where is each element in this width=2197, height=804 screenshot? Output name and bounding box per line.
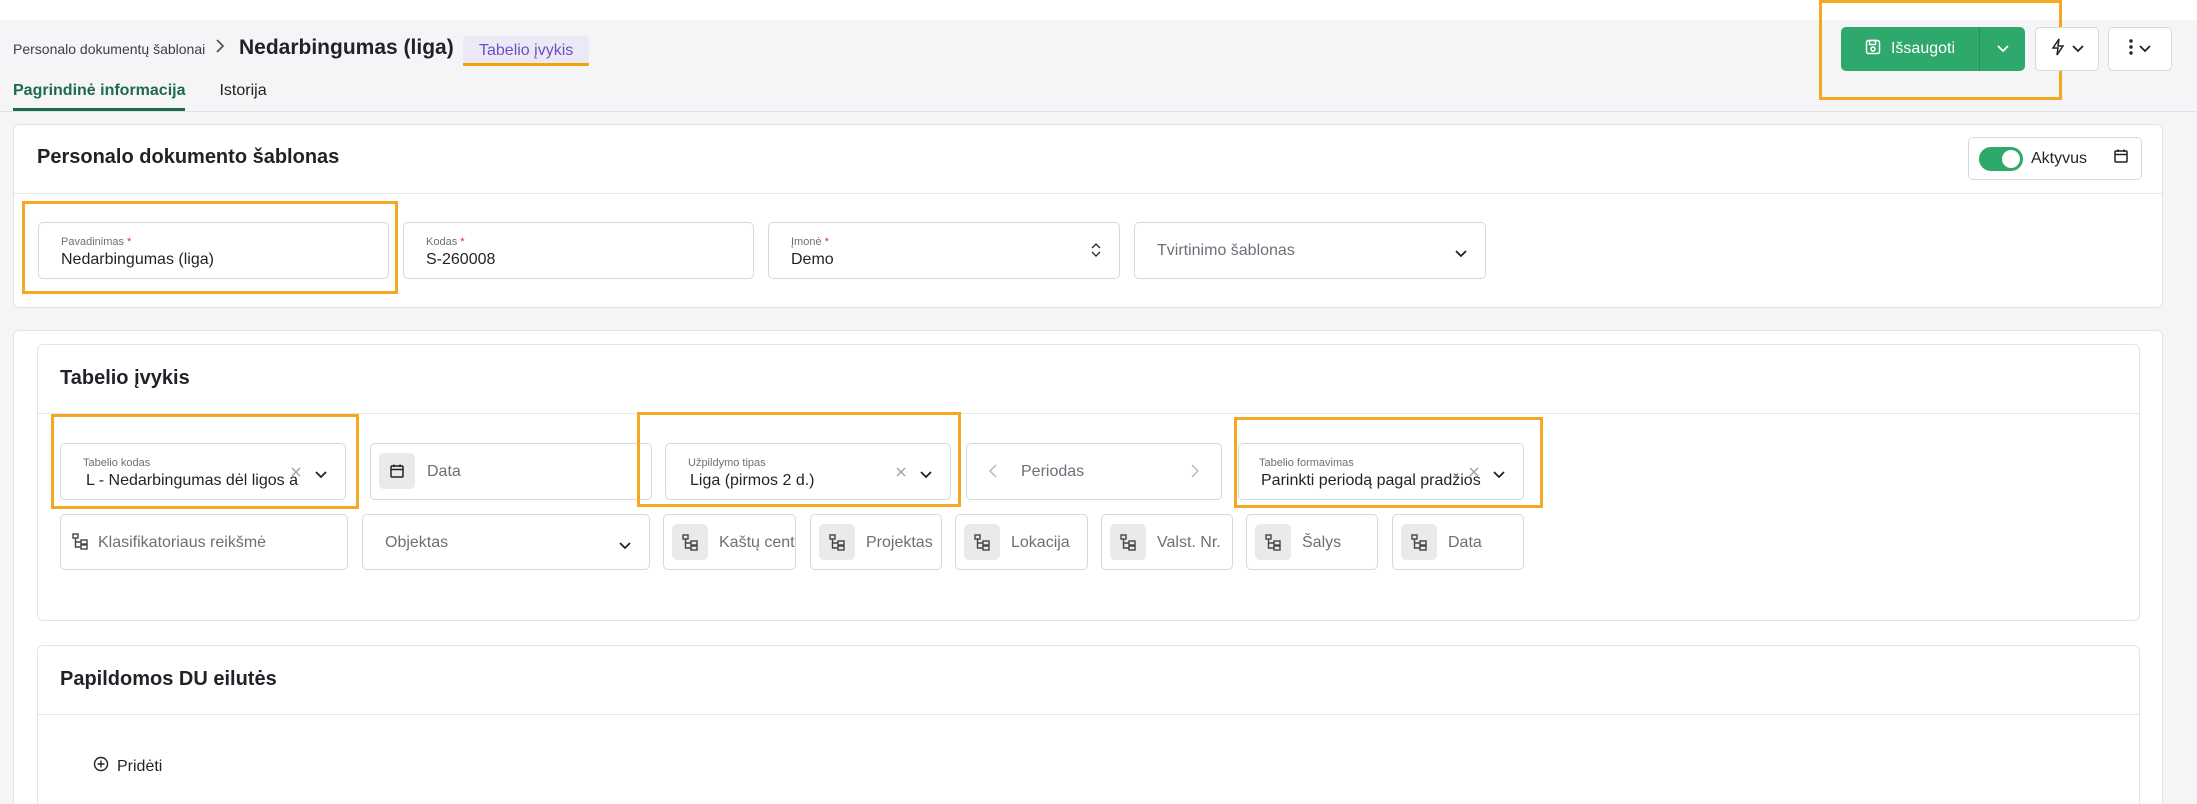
code-field-label: Kodas *: [426, 236, 465, 248]
chevron-down-icon: [315, 466, 327, 484]
save-button-group: Išsaugoti: [1841, 27, 2025, 71]
project-field[interactable]: Projektas: [810, 514, 942, 570]
divider: [14, 193, 2162, 194]
calendar-icon: [379, 453, 415, 489]
chevron-right-icon[interactable]: [1191, 464, 1200, 483]
name-field-label: Pavadinimas *: [61, 236, 132, 248]
fill-type-select[interactable]: Užpildymo tipas Liga (pirmos 2 d.): [665, 443, 951, 500]
hierarchy-icon: [672, 524, 708, 560]
period-placeholder: Periodas: [1021, 463, 1085, 480]
hierarchy-icon: [1401, 524, 1437, 560]
approval-template-select[interactable]: Tvirtinimo šablonas: [1134, 222, 1486, 279]
project-label: Projektas: [866, 534, 933, 551]
save-icon: [1865, 39, 1881, 60]
more-menu-button[interactable]: [2108, 27, 2172, 71]
hierarchy-icon: [819, 524, 855, 560]
sort-arrows-icon: [1091, 242, 1101, 263]
object-placeholder: Objektas: [385, 534, 449, 551]
add-line-button[interactable]: Pridėti: [93, 756, 162, 777]
toggle-switch[interactable]: [1979, 146, 2023, 171]
chevron-down-icon: [1996, 40, 2009, 58]
more-vertical-icon: [2129, 38, 2133, 60]
cost-center-field[interactable]: Kaštų cent: [663, 514, 796, 570]
classifier-placeholder: Klasifikatoriaus reikšmė: [98, 534, 267, 551]
tab-bar: Pagrindinė informacija Istorija: [13, 82, 267, 111]
code-field[interactable]: Kodas * S-260008: [403, 222, 754, 279]
fill-type-label: Užpildymo tipas: [688, 457, 766, 469]
hierarchy-icon: [1110, 524, 1146, 560]
tab-history[interactable]: Istorija: [219, 82, 266, 111]
tabel-code-value: L - Nedarbingumas dėl ligos ar: [86, 472, 298, 489]
date-picker[interactable]: Data: [370, 443, 652, 500]
date-dim-field[interactable]: Data: [1392, 514, 1524, 570]
clear-icon[interactable]: [291, 461, 301, 482]
calendar-icon: [2113, 148, 2129, 169]
tabel-code-label: Tabelio kodas: [83, 457, 151, 469]
object-select[interactable]: Objektas: [362, 514, 650, 570]
type-tag: Tabelio įvykis: [463, 36, 590, 66]
lightning-icon: [2050, 38, 2066, 61]
classifier-field[interactable]: Klasifikatoriaus reikšmė: [60, 514, 348, 570]
company-select[interactable]: Įmonė * Demo: [768, 222, 1120, 279]
chevron-left-icon[interactable]: [988, 464, 997, 483]
event-card-title: Tabelio įvykis: [60, 367, 190, 389]
chevron-down-icon: [920, 466, 932, 484]
chevron-down-icon: [2072, 40, 2084, 58]
plate-number-field[interactable]: Valst. Nr.: [1101, 514, 1233, 570]
divider: [38, 714, 2139, 715]
code-field-value: S-260008: [426, 251, 496, 268]
calendar-button[interactable]: [2100, 137, 2142, 180]
breadcrumb[interactable]: Personalo dokumentų šablonai: [13, 41, 205, 57]
tab-main-info[interactable]: Pagrindinė informacija: [13, 82, 186, 111]
name-field[interactable]: Pavadinimas * Nedarbingumas (liga): [38, 222, 389, 279]
name-field-value: Nedarbingumas (liga): [61, 251, 214, 268]
page-title: Nedarbingumas (liga): [239, 36, 454, 59]
top-strip: [0, 0, 2197, 20]
date-dim-label: Data: [1448, 534, 1482, 551]
hierarchy-icon: [1255, 524, 1291, 560]
save-dropdown-button[interactable]: [1980, 27, 2025, 71]
cost-center-label: Kaštų cent: [719, 534, 795, 551]
chevron-down-icon: [619, 537, 631, 555]
clear-icon[interactable]: [896, 461, 906, 482]
location-label: Lokacija: [1011, 534, 1070, 551]
tabel-formation-label: Tabelio formavimas: [1259, 457, 1354, 469]
actions-button[interactable]: [2035, 27, 2099, 71]
template-card-title: Personalo dokumento šablonas: [37, 146, 340, 168]
extra-lines-title: Papildomos DU eilutės: [60, 668, 277, 690]
chevron-down-icon: [1455, 245, 1467, 263]
clear-icon[interactable]: [1469, 461, 1479, 482]
tabel-formation-value: Parinkti periodą pagal pradžios: [1261, 472, 1481, 489]
tabel-formation-select[interactable]: Tabelio formavimas Parinkti periodą paga…: [1238, 443, 1524, 500]
hierarchy-icon: [71, 532, 89, 555]
chevron-down-icon: [2139, 40, 2151, 58]
hierarchy-icon: [964, 524, 1000, 560]
plus-circle-icon: [93, 756, 109, 777]
countries-label: Šalys: [1302, 534, 1342, 551]
location-field[interactable]: Lokacija: [955, 514, 1088, 570]
save-button[interactable]: Išsaugoti: [1841, 27, 1980, 71]
extra-lines-card: [37, 645, 2140, 804]
fill-type-value: Liga (pirmos 2 d.): [690, 472, 815, 489]
active-toggle[interactable]: Aktyvus: [1968, 137, 2101, 180]
active-toggle-label: Aktyvus: [2031, 149, 2088, 167]
period-picker[interactable]: Periodas: [966, 443, 1222, 500]
add-line-label: Pridėti: [117, 757, 163, 775]
chevron-down-icon: [1493, 466, 1505, 484]
save-button-label: Išsaugoti: [1890, 40, 1956, 57]
countries-field[interactable]: Šalys: [1246, 514, 1378, 570]
approval-template-placeholder: Tvirtinimo šablonas: [1157, 242, 1295, 259]
company-select-value: Demo: [791, 251, 834, 268]
date-placeholder: Data: [427, 463, 461, 480]
divider: [38, 413, 2139, 414]
chevron-right-icon: [214, 38, 226, 59]
company-select-label: Įmonė *: [791, 236, 829, 248]
tabel-code-select[interactable]: Tabelio kodas L - Nedarbingumas dėl ligo…: [60, 443, 346, 500]
plate-number-label: Valst. Nr.: [1157, 534, 1221, 551]
